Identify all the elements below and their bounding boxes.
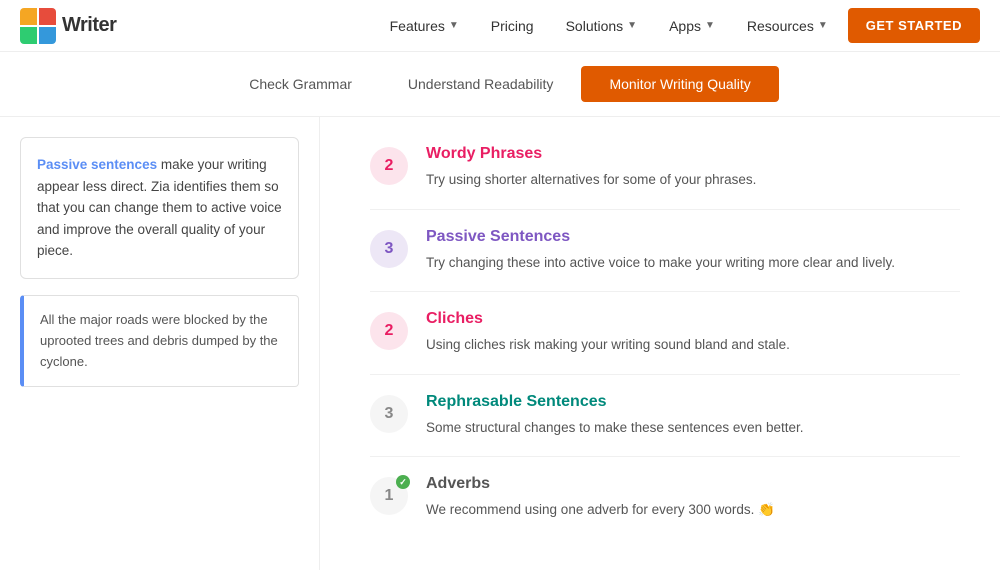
tab-monitor-writing[interactable]: Monitor Writing Quality (581, 66, 778, 102)
zoho-logo[interactable]: Writer (20, 8, 116, 44)
tab-understand-readability[interactable]: Understand Readability (380, 66, 582, 102)
left-panel: Passive sentences make your writing appe… (0, 117, 320, 570)
logo-q4 (39, 27, 56, 44)
passive-card-text: make your writing appear less direct. Zi… (37, 157, 282, 258)
badge-adverbs: 1 ✓ (370, 477, 408, 515)
item-title-passive: Passive Sentences (426, 228, 960, 246)
item-content-cliches: Cliches Using cliches risk making your w… (426, 310, 960, 356)
list-item: 3 Passive Sentences Try changing these i… (370, 210, 960, 293)
badge-rephrasable: 3 (370, 395, 408, 433)
nav-left: Writer (20, 8, 116, 44)
right-panel: 2 Wordy Phrases Try using shorter altern… (320, 117, 1000, 570)
item-title-adverbs: Adverbs (426, 475, 960, 493)
logo-q3 (20, 27, 37, 44)
get-started-button[interactable]: GET STARTED (848, 8, 980, 43)
item-desc-adverbs: We recommend using one adverb for every … (426, 499, 960, 521)
list-item: 1 ✓ Adverbs We recommend using one adver… (370, 457, 960, 539)
item-title-cliches: Cliches (426, 310, 960, 328)
list-item: 2 Cliches Using cliches risk making your… (370, 292, 960, 375)
item-content-adverbs: Adverbs We recommend using one adverb fo… (426, 475, 960, 521)
badge-wordy: 2 (370, 147, 408, 185)
item-desc-passive: Try changing these into active voice to … (426, 252, 960, 274)
passive-highlight: Passive sentences (37, 157, 157, 172)
brand-name: Writer (62, 14, 116, 37)
item-desc-cliches: Using cliches risk making your writing s… (426, 334, 960, 356)
main-layout: Passive sentences make your writing appe… (0, 117, 1000, 570)
nav-resources[interactable]: Resources ▼ (735, 0, 840, 52)
item-title-rephrasable: Rephrasable Sentences (426, 393, 960, 411)
tabs-bar: Check Grammar Understand Readability Mon… (0, 52, 1000, 117)
quote-card: All the major roads were blocked by the … (20, 295, 299, 387)
tab-check-grammar[interactable]: Check Grammar (221, 66, 380, 102)
item-content-rephrasable: Rephrasable Sentences Some structural ch… (426, 393, 960, 439)
nav-features[interactable]: Features ▼ (378, 0, 471, 52)
chevron-down-icon: ▼ (627, 20, 637, 31)
badge-cliches: 2 (370, 312, 408, 350)
item-title-wordy: Wordy Phrases (426, 145, 960, 163)
quote-text: All the major roads were blocked by the … (40, 312, 278, 369)
item-desc-wordy: Try using shorter alternatives for some … (426, 169, 960, 191)
nav-solutions[interactable]: Solutions ▼ (554, 0, 650, 52)
nav-right: Features ▼ Pricing Solutions ▼ Apps ▼ Re… (378, 0, 980, 52)
list-item: 3 Rephrasable Sentences Some structural … (370, 375, 960, 458)
zoho-logo-box (20, 8, 56, 44)
badge-passive: 3 (370, 230, 408, 268)
chevron-down-icon: ▼ (705, 20, 715, 31)
logo-q1 (20, 8, 37, 25)
chevron-down-icon: ▼ (818, 20, 828, 31)
item-content-passive: Passive Sentences Try changing these int… (426, 228, 960, 274)
item-desc-rephrasable: Some structural changes to make these se… (426, 417, 960, 439)
chevron-down-icon: ▼ (449, 20, 459, 31)
nav-pricing[interactable]: Pricing (479, 0, 546, 52)
nav-apps[interactable]: Apps ▼ (657, 0, 727, 52)
navbar: Writer Features ▼ Pricing Solutions ▼ Ap… (0, 0, 1000, 52)
passive-card: Passive sentences make your writing appe… (20, 137, 299, 279)
logo-q2 (39, 8, 56, 25)
checkmark-icon: ✓ (396, 475, 410, 489)
list-item: 2 Wordy Phrases Try using shorter altern… (370, 127, 960, 210)
item-content-wordy: Wordy Phrases Try using shorter alternat… (426, 145, 960, 191)
